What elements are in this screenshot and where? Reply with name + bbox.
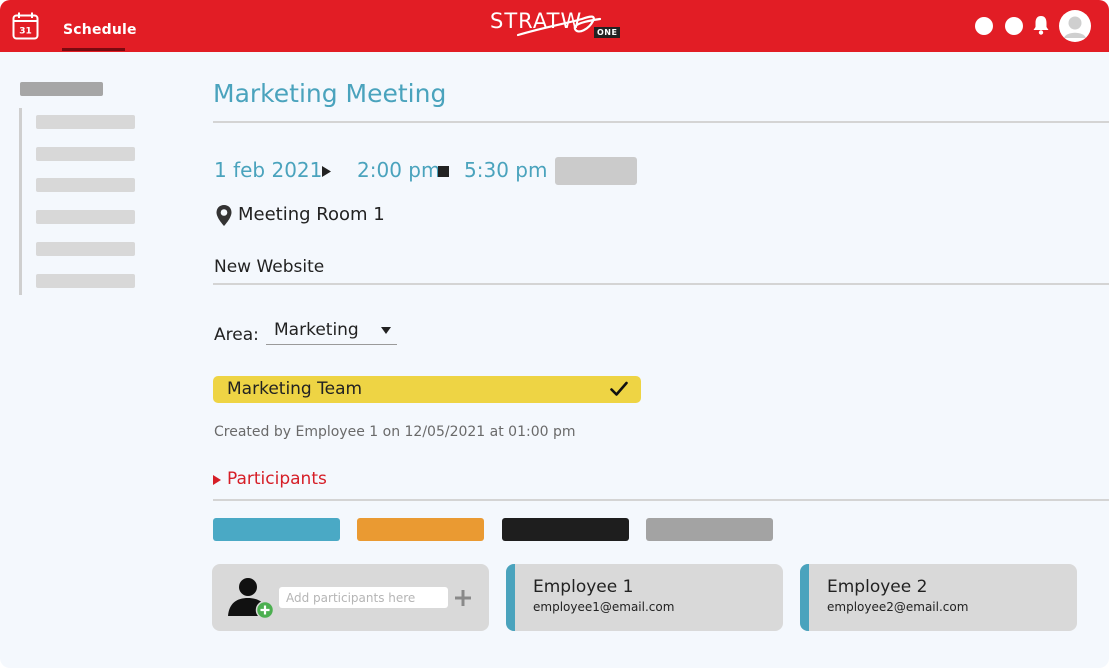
expand-arrow-icon[interactable] xyxy=(213,475,221,485)
calendar-icon[interactable]: 31 xyxy=(12,12,39,40)
event-title[interactable]: Marketing Meeting xyxy=(213,79,446,108)
area-dropdown-value: Marketing xyxy=(274,320,359,340)
participant-filter-orange[interactable] xyxy=(357,518,484,541)
event-date[interactable]: 1 feb 2021 xyxy=(214,158,322,182)
participant-email: employee2@email.com xyxy=(827,600,969,614)
app-window: 31 Schedule STRATW ONE Marketing Meeting… xyxy=(0,0,1109,668)
user-silhouette-icon xyxy=(1060,11,1090,41)
play-icon xyxy=(322,166,331,177)
app-logo: STRATW ONE xyxy=(490,9,622,43)
sidebar-divider xyxy=(19,108,22,295)
subject-divider xyxy=(213,283,1109,285)
participant-card[interactable]: Employee 2 employee2@email.com xyxy=(800,564,1077,631)
area-label: Area: xyxy=(214,325,259,345)
participant-filter-black[interactable] xyxy=(502,518,629,541)
sidebar-item-placeholder[interactable] xyxy=(36,242,135,256)
bell-icon[interactable] xyxy=(1032,15,1050,35)
time-option-button[interactable] xyxy=(555,157,637,185)
title-divider xyxy=(213,121,1109,123)
participants-toggle[interactable]: Participants xyxy=(227,469,327,489)
event-start-time[interactable]: 2:00 pm xyxy=(357,158,440,182)
check-icon xyxy=(610,381,628,396)
team-selection[interactable]: Marketing Team xyxy=(213,376,641,403)
add-participants-input[interactable] xyxy=(279,587,448,608)
sidebar-item-placeholder[interactable] xyxy=(36,210,135,224)
status-dot-icon[interactable] xyxy=(1005,17,1023,35)
participant-filter-blue[interactable] xyxy=(213,518,340,541)
add-participant-card xyxy=(212,564,489,631)
event-end-time[interactable]: 5:30 pm xyxy=(464,158,547,182)
stop-icon xyxy=(438,166,449,177)
participant-card-stripe xyxy=(506,564,515,631)
created-info: Created by Employee 1 on 12/05/2021 at 0… xyxy=(214,424,576,440)
participant-email: employee1@email.com xyxy=(533,600,675,614)
sidebar-header-placeholder xyxy=(20,82,103,96)
user-avatar[interactable] xyxy=(1059,10,1091,42)
sidebar-item-placeholder[interactable] xyxy=(36,115,135,129)
participant-filter-gray[interactable] xyxy=(646,518,773,541)
sidebar-item-placeholder[interactable] xyxy=(36,178,135,192)
area-dropdown[interactable]: Marketing xyxy=(266,318,397,345)
status-dot-icon[interactable] xyxy=(975,17,993,35)
tab-schedule[interactable]: Schedule xyxy=(63,22,137,38)
participants-divider xyxy=(213,499,1109,501)
location-pin-icon xyxy=(216,205,232,226)
plus-icon[interactable] xyxy=(454,589,472,607)
event-location[interactable]: Meeting Room 1 xyxy=(238,204,385,225)
caret-down-icon xyxy=(381,327,391,334)
event-subject[interactable]: New Website xyxy=(214,257,324,277)
sidebar-item-placeholder[interactable] xyxy=(36,274,135,288)
calendar-icon-number: 31 xyxy=(19,27,32,37)
participant-name: Employee 2 xyxy=(827,577,928,597)
tab-active-indicator xyxy=(62,48,125,51)
participant-name: Employee 1 xyxy=(533,577,634,597)
add-user-icon xyxy=(228,578,275,620)
team-label: Marketing Team xyxy=(227,379,363,399)
participant-card[interactable]: Employee 1 employee1@email.com xyxy=(506,564,783,631)
sidebar-item-placeholder[interactable] xyxy=(36,147,135,161)
logo-badge: ONE xyxy=(594,27,621,38)
participant-card-stripe xyxy=(800,564,809,631)
top-bar: 31 Schedule STRATW ONE xyxy=(0,0,1109,52)
